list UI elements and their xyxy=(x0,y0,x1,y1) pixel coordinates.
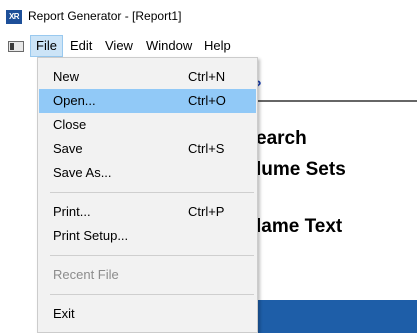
menu-item-exit[interactable]: Exit xyxy=(39,302,256,326)
menu-item-label: Recent File xyxy=(53,267,119,282)
menu-item-label: Save xyxy=(53,141,83,156)
menu-item-recent-file: Recent File xyxy=(39,263,256,287)
title-bar: XR Report Generator - [Report1] xyxy=(0,0,417,32)
menu-item-shortcut: Ctrl+N xyxy=(188,69,226,84)
menu-item-label: Close xyxy=(53,117,87,132)
toolbar-divider xyxy=(250,100,417,102)
menu-item-label: Exit xyxy=(53,306,75,321)
menu-item-close[interactable]: Close xyxy=(39,113,256,137)
menu-help[interactable]: Help xyxy=(199,35,236,57)
report-heading-line-3: lame Text xyxy=(256,216,343,237)
menu-item-label: New xyxy=(53,69,80,84)
menu-item-shortcut: Ctrl+S xyxy=(188,141,225,156)
menu-item-label: Print... xyxy=(53,204,91,219)
menu-item-label: Print Setup... xyxy=(53,228,129,243)
file-menu-dropdown: New Ctrl+N Open... Ctrl+O Close Save Ctr… xyxy=(37,57,258,333)
menu-view[interactable]: View xyxy=(100,35,138,57)
menu-bar: File Edit View Window Help xyxy=(0,35,417,57)
window-title: Report Generator - [Report1] xyxy=(28,9,182,23)
document-system-menu-icon[interactable] xyxy=(8,41,24,52)
menu-item-print[interactable]: Print... Ctrl+P xyxy=(39,200,256,224)
menu-item-print-setup[interactable]: Print Setup... xyxy=(39,224,256,248)
menu-file[interactable]: File xyxy=(30,35,63,57)
menu-item-save[interactable]: Save Ctrl+S xyxy=(39,137,256,161)
app-icon: XR xyxy=(6,10,22,24)
menu-item-label: Save As... xyxy=(53,165,112,180)
menu-separator xyxy=(50,294,254,295)
menu-edit[interactable]: Edit xyxy=(65,35,97,57)
menu-item-shortcut: Ctrl+P xyxy=(188,204,225,219)
report-heading-line-2: lume Sets xyxy=(256,159,346,180)
menu-separator xyxy=(50,255,254,256)
menu-separator xyxy=(50,192,254,193)
menu-item-new[interactable]: New Ctrl+N xyxy=(39,65,256,89)
report-heading-line-1: earch xyxy=(256,128,307,149)
menu-item-label: Open... xyxy=(53,93,96,108)
menu-item-open[interactable]: Open... Ctrl+O xyxy=(39,89,256,113)
menu-window[interactable]: Window xyxy=(141,35,197,57)
report-footer-band xyxy=(250,300,417,333)
menu-item-shortcut: Ctrl+O xyxy=(188,93,226,108)
menu-item-save-as[interactable]: Save As... xyxy=(39,161,256,185)
